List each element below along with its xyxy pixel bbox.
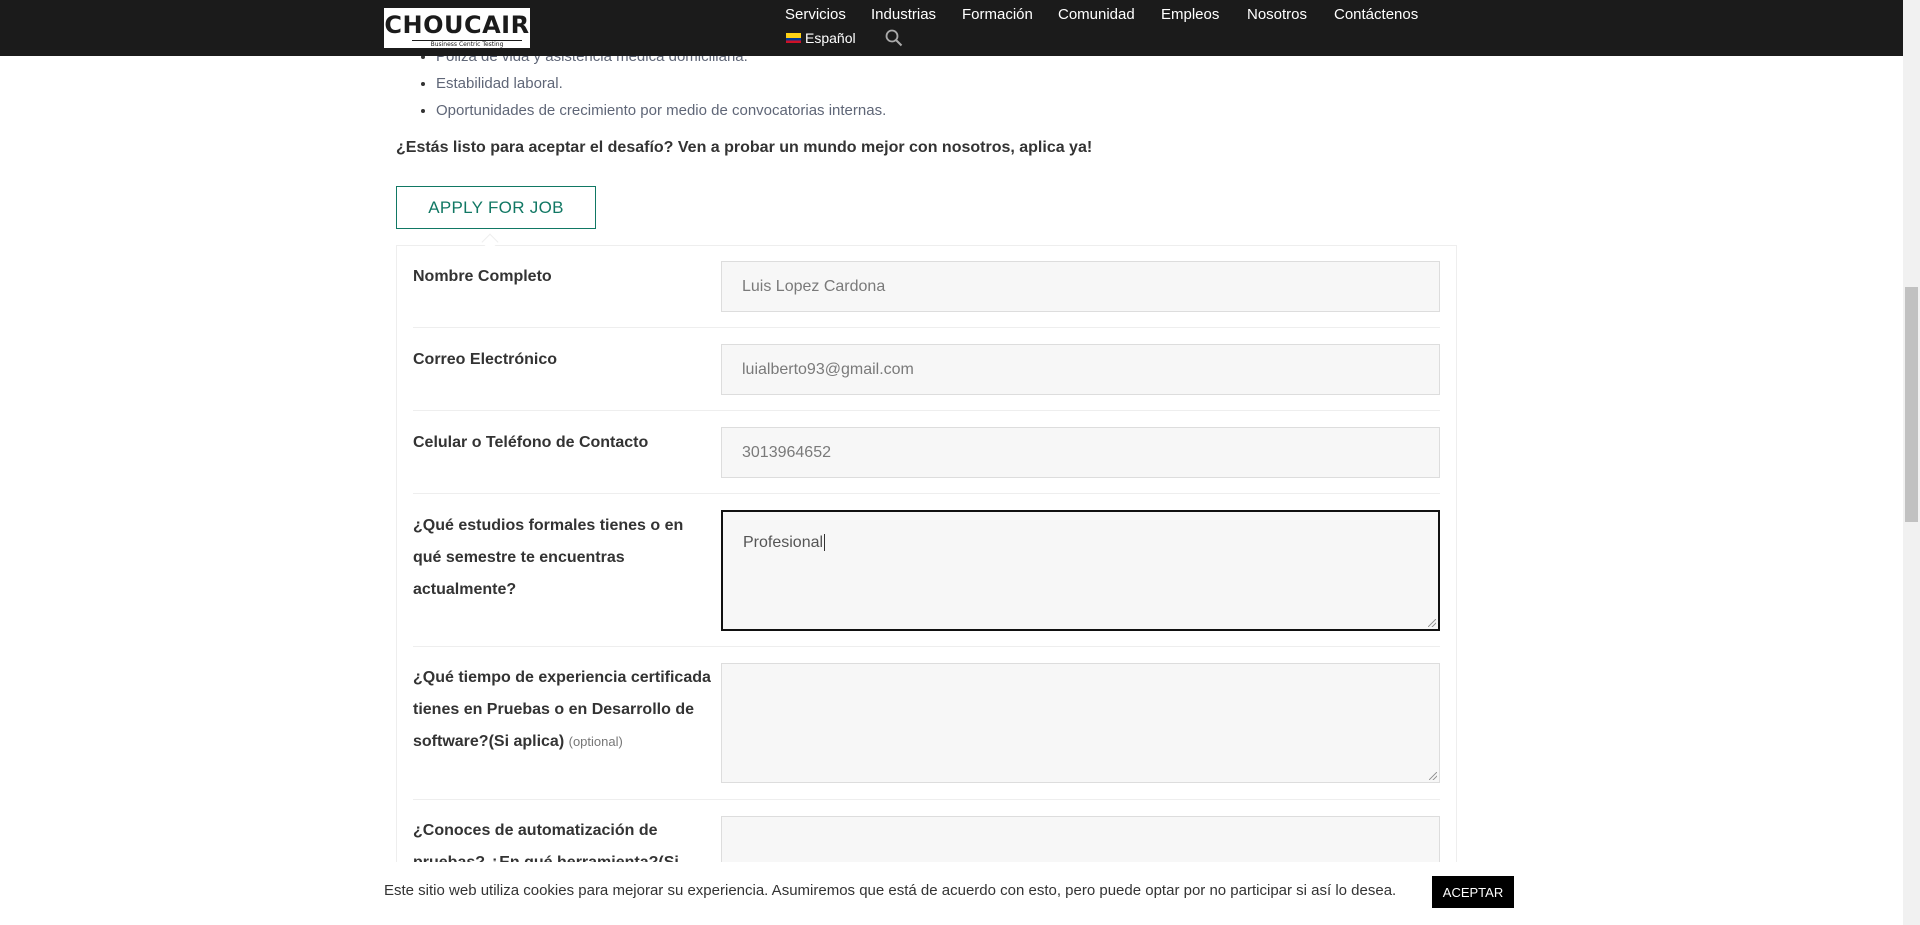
text-cursor	[824, 534, 826, 551]
page-scrollbar[interactable]	[1903, 0, 1920, 925]
divider	[413, 327, 1440, 328]
nav-item-servicios[interactable]: Servicios	[785, 6, 846, 23]
optional-tag: (optional)	[568, 734, 623, 749]
colombia-flag-icon	[786, 33, 801, 43]
full-name-field[interactable]: Luis Lopez Cardona	[721, 261, 1440, 312]
education-label: ¿Qué estudios formales tienes o en qué s…	[413, 517, 684, 598]
scrollbar-thumb[interactable]	[1905, 287, 1918, 522]
logo-text: CHOUCAIR	[384, 11, 530, 39]
education-value: Profesional	[743, 534, 824, 551]
page-content: Póliza de vida y asistencia médica domic…	[0, 0, 1903, 925]
full-name-value: Luis Lopez Cardona	[742, 277, 886, 295]
experience-label: ¿Qué tiempo de experiencia certificada t…	[413, 662, 713, 758]
cookie-message: Este sitio web utiliza cookies para mejo…	[384, 882, 1397, 899]
divider	[413, 410, 1440, 411]
choucair-logo[interactable]: CHOUCAIR Business Centric Testing	[382, 6, 532, 50]
experience-textarea[interactable]	[721, 663, 1440, 783]
full-name-label: Nombre Completo	[413, 268, 552, 285]
divider	[413, 799, 1440, 800]
nav-item-nosotros[interactable]: Nosotros	[1247, 6, 1307, 23]
list-item: Estabilidad laboral.	[436, 75, 563, 92]
experience-label-text: ¿Qué tiempo de experiencia certificada t…	[413, 669, 711, 750]
search-icon[interactable]	[885, 29, 903, 47]
divider	[413, 493, 1440, 494]
email-field[interactable]: luialberto93@gmail.com	[721, 344, 1440, 395]
nav-item-industrias[interactable]: Industrias	[871, 6, 936, 23]
phone-label: Celular o Teléfono de Contacto	[413, 434, 649, 451]
resize-handle-icon[interactable]	[1428, 619, 1436, 627]
logo-tagline: Business Centric Testing	[412, 40, 522, 48]
list-item: Oportunidades de crecimiento por medio d…	[436, 102, 886, 119]
email-value: luialberto93@gmail.com	[742, 360, 914, 378]
divider	[413, 646, 1440, 647]
phone-value: 3013964652	[742, 443, 831, 461]
nav-item-empleos[interactable]: Empleos	[1161, 6, 1219, 23]
nav-item-formacion[interactable]: Formación	[962, 6, 1033, 23]
site-header: CHOUCAIR Business Centric Testing Servic…	[0, 0, 1903, 56]
email-label: Correo Electrónico	[413, 351, 558, 368]
call-to-action-text: ¿Estás listo para aceptar el desafío? Ve…	[396, 139, 1093, 156]
nav-item-contactenos[interactable]: Contáctenos	[1334, 6, 1418, 23]
resize-handle-icon[interactable]	[1429, 772, 1437, 780]
cookie-banner: Este sitio web utiliza cookies para mejo…	[0, 862, 1903, 925]
phone-field[interactable]: 3013964652	[721, 427, 1440, 478]
accept-cookies-button[interactable]: ACEPTAR	[1432, 876, 1514, 908]
language-label: Español	[805, 30, 856, 46]
education-textarea[interactable]: Profesional	[721, 510, 1440, 631]
apply-for-job-button[interactable]: APPLY FOR JOB	[396, 186, 596, 229]
language-selector[interactable]: Español	[786, 30, 856, 46]
nav-item-comunidad[interactable]: Comunidad	[1058, 6, 1135, 23]
